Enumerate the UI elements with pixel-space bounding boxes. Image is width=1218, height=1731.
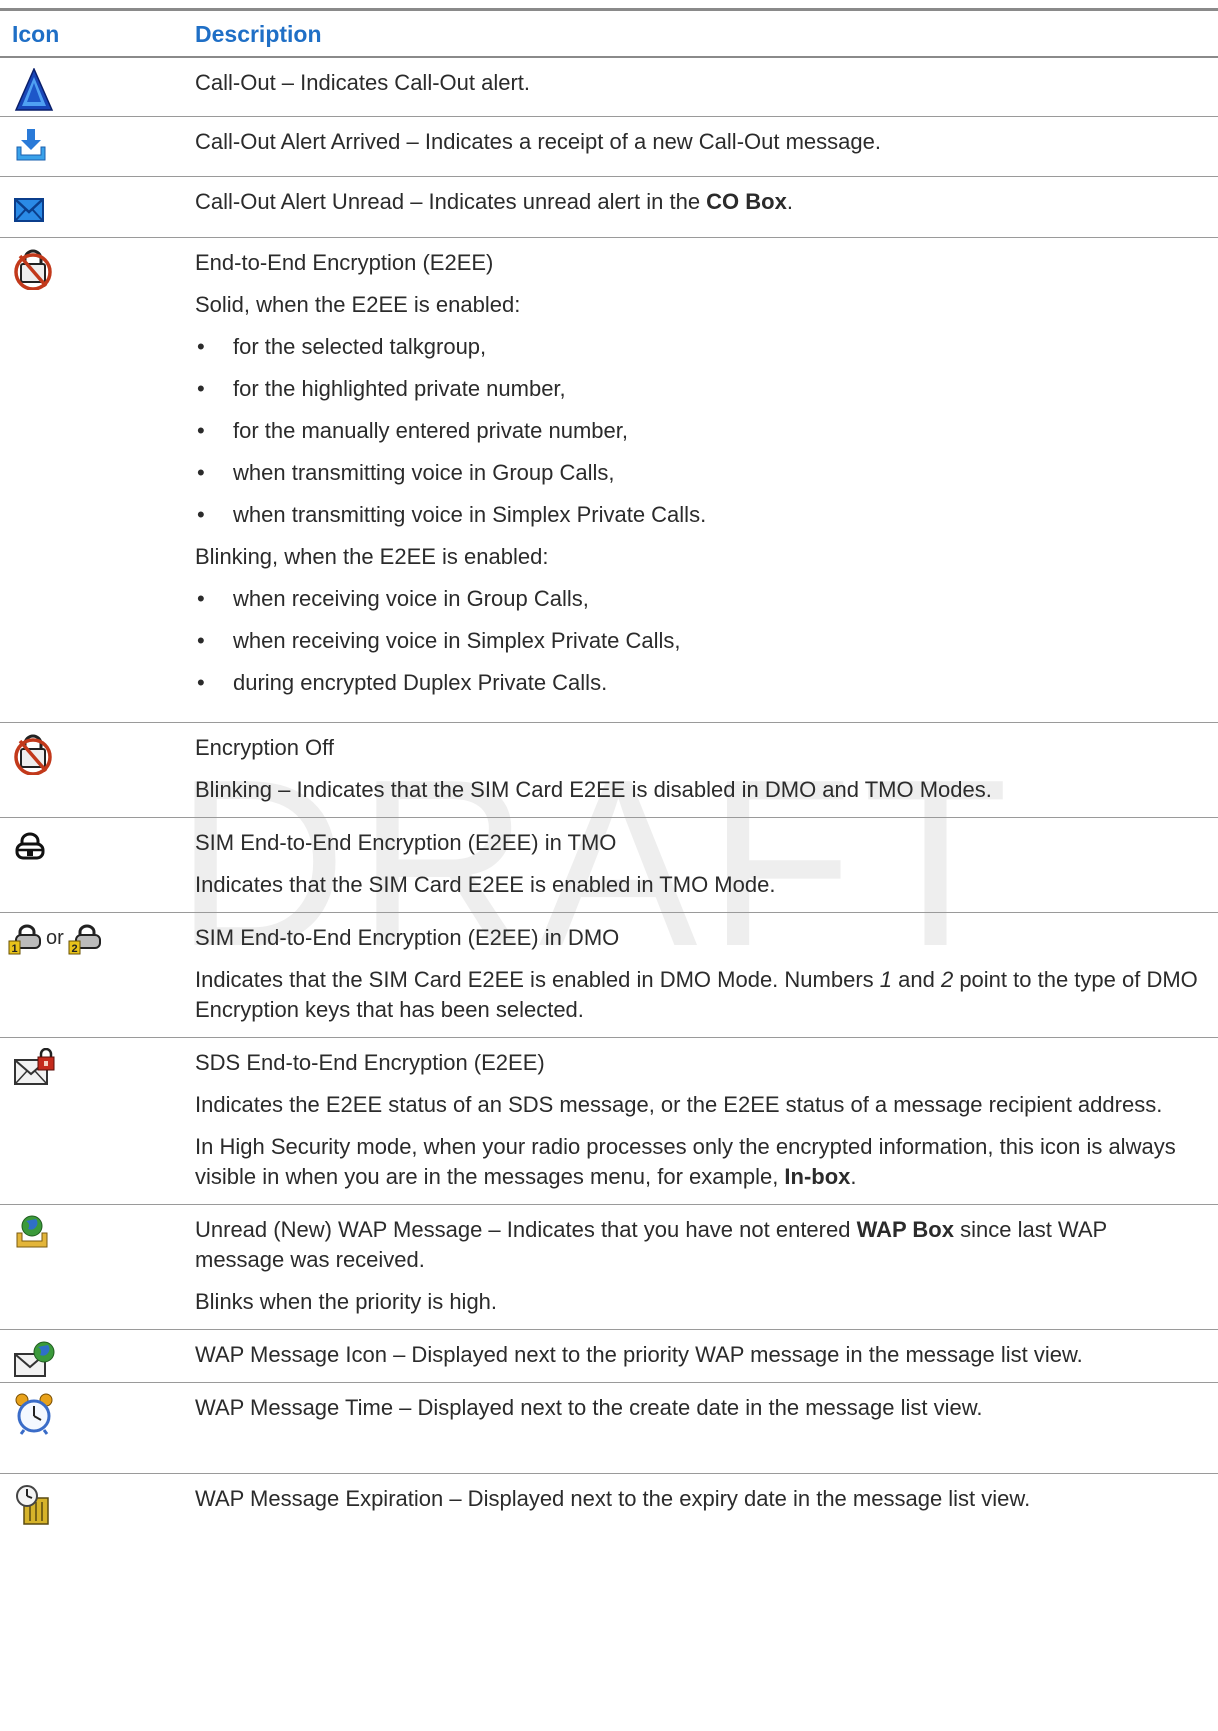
solid-conditions-list: for the selected talkgroup, for the high… — [195, 332, 1198, 530]
table-row: WAP Message Icon – Displayed next to the… — [0, 1329, 1218, 1382]
inbox-label: In-box — [784, 1163, 851, 1189]
svg-text:1: 1 — [11, 943, 17, 955]
blinking-conditions-list: when receiving voice in Group Calls, whe… — [195, 584, 1198, 698]
list-item: for the highlighted private number, — [195, 374, 1198, 404]
call-out-alert-unread-icon — [14, 197, 44, 222]
description-text: SDS End-to-End Encryption (E2EE) — [195, 1049, 545, 1075]
list-item: for the manually entered private number, — [195, 416, 1198, 446]
description-text: SIM End-to-End Encryption (E2EE) in TMO — [195, 829, 617, 855]
table-row: 1 or 2 SIM End-to-End Encryption (E2EE) … — [0, 912, 1218, 1037]
description-text: Blinks when the priority is high. — [195, 1288, 498, 1314]
description-column-header: Description — [195, 21, 322, 47]
call-out-alert-arrived-icon — [16, 128, 46, 160]
table-row: End-to-End Encryption (E2EE) Solid, when… — [0, 237, 1218, 722]
description-text: Blinking, when the E2EE is enabled: — [195, 543, 549, 569]
table-header-row: Icon Description — [0, 9, 1218, 57]
wap-box-label: WAP Box — [856, 1216, 954, 1242]
description-text: Indicates that the SIM Card E2EE is enab… — [195, 871, 776, 897]
e2ee-icon — [14, 249, 52, 290]
or-text: or — [46, 926, 64, 949]
description-text: Encryption Off — [195, 734, 334, 760]
table-row: WAP Message Time – Displayed next to the… — [0, 1382, 1218, 1473]
list-item: when receiving voice in Simplex Private … — [195, 626, 1198, 656]
table-row: Call-Out Alert Unread – Indicates unread… — [0, 176, 1218, 237]
description-text: Call-Out – Indicates Call-Out alert. — [195, 70, 531, 95]
sim-e2ee-dmo-key2-icon: 2 — [68, 924, 101, 955]
table-row: Encryption Off Blinking – Indicates that… — [0, 722, 1218, 817]
description-text: End-to-End Encryption (E2EE) — [195, 249, 494, 275]
list-item: when transmitting voice in Group Calls, — [195, 458, 1198, 488]
sim-e2ee-tmo-icon — [15, 832, 45, 859]
description-text: Solid, when the E2EE is enabled: — [195, 291, 521, 317]
sds-e2ee-icon — [14, 1047, 55, 1085]
wap-message-time-icon — [15, 1393, 53, 1435]
table-row: WAP Message Expiration – Displayed next … — [0, 1473, 1218, 1526]
co-box-label: CO Box — [706, 188, 787, 214]
svg-text:2: 2 — [71, 943, 77, 955]
icon-column-header: Icon — [12, 21, 60, 47]
encryption-off-icon — [14, 734, 52, 775]
list-item: when receiving voice in Group Calls, — [195, 584, 1198, 614]
description-text: WAP Message Expiration – Displayed next … — [195, 1485, 1031, 1511]
description-text: SIM End-to-End Encryption (E2EE) in DMO — [195, 924, 620, 950]
table-row: Unread (New) WAP Message – Indicates tha… — [0, 1204, 1218, 1329]
unread-wap-message-icon — [16, 1215, 48, 1247]
wap-message-icon — [14, 1341, 55, 1377]
call-out-icon — [14, 68, 54, 111]
description-text: Call-Out Alert Unread – Indicates unread… — [195, 188, 793, 214]
table-row: Call-Out Alert Arrived – Indicates a rec… — [0, 116, 1218, 176]
description-text: Blinking – Indicates that the SIM Card E… — [195, 776, 992, 802]
list-item: when transmitting voice in Simplex Priva… — [195, 500, 1198, 530]
description-text: WAP Message Time – Displayed next to the… — [195, 1394, 983, 1420]
description-text: Unread (New) WAP Message – Indicates tha… — [195, 1216, 1107, 1272]
document-page: DRAFT Icon Description Call-Out – Indica… — [0, 0, 1218, 1731]
description-text: Indicates the E2EE status of an SDS mess… — [195, 1091, 1163, 1117]
table-row: SDS End-to-End Encryption (E2EE) Indicat… — [0, 1037, 1218, 1204]
table-row: Call-Out – Indicates Call-Out alert. — [0, 57, 1218, 116]
table-row: SIM End-to-End Encryption (E2EE) in TMO … — [0, 817, 1218, 912]
sim-e2ee-dmo-key1-icon: 1 — [8, 924, 41, 955]
description-text: Indicates that the SIM Card E2EE is enab… — [195, 966, 1198, 1022]
description-text: WAP Message Icon – Displayed next to the… — [195, 1341, 1083, 1367]
list-item: for the selected talkgroup, — [195, 332, 1198, 362]
description-text: In High Security mode, when your radio p… — [195, 1133, 1176, 1189]
icon-description-table: Icon Description Call-Out – Indicates Ca… — [0, 8, 1218, 1526]
description-text: Call-Out Alert Arrived – Indicates a rec… — [195, 128, 881, 154]
list-item: during encrypted Duplex Private Calls. — [195, 668, 1198, 698]
wap-message-expiration-icon — [16, 1484, 49, 1525]
